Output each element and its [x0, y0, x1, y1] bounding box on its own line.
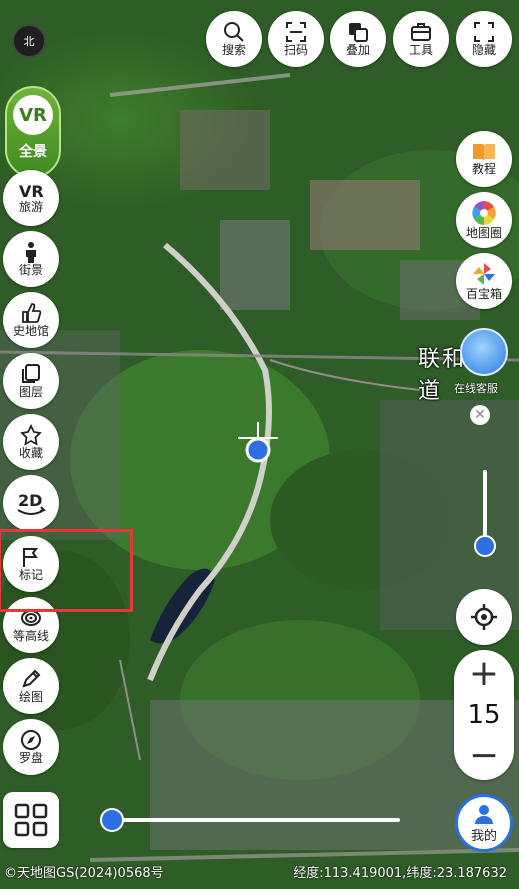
- vr-panorama-label: 全景: [19, 144, 47, 160]
- map-imagery: [0, 0, 519, 889]
- close-icon[interactable]: ✕: [470, 405, 490, 425]
- star-icon: [20, 424, 42, 446]
- grid-menu-button[interactable]: [3, 792, 59, 848]
- layers-label: 图层: [18, 385, 43, 399]
- map-place-label-left: 联和: [418, 347, 467, 372]
- tilt-slider-track[interactable]: [483, 470, 487, 540]
- treasure-box-button[interactable]: 百宝箱: [456, 253, 512, 309]
- vr-travel-icon: VR: [19, 182, 43, 200]
- layers-icon: [22, 364, 40, 383]
- customer-service-avatar[interactable]: [460, 328, 508, 376]
- user-icon: [475, 804, 493, 824]
- hide-icon: [474, 22, 494, 42]
- copyright-text: ©天地图GS(2024)0568号: [4, 866, 164, 881]
- contour-label: 等高线: [12, 629, 49, 643]
- scan-icon: [286, 22, 306, 42]
- compass-icon[interactable]: 北: [12, 24, 46, 58]
- zoom-control: + 15 −: [454, 650, 514, 780]
- search-label: 搜索: [221, 43, 246, 57]
- coordinates-readout: 经度:113.419001,纬度:23.187632: [293, 866, 507, 881]
- search-icon: [224, 22, 244, 42]
- overlay-button[interactable]: 叠加: [330, 11, 386, 67]
- treasure-box-label: 百宝箱: [465, 287, 502, 301]
- favorites-button[interactable]: 收藏: [3, 414, 59, 470]
- thumbs-up-icon: [22, 303, 42, 323]
- person-icon: [26, 242, 36, 263]
- view-2d-toggle[interactable]: 2D: [3, 475, 59, 531]
- vr-panorama-button[interactable]: VR 全景: [5, 86, 61, 178]
- tilt-slider-thumb[interactable]: [474, 535, 496, 557]
- vr-badge-icon: VR: [13, 95, 53, 135]
- hide-label: 隐藏: [471, 43, 496, 57]
- zoom-out-button[interactable]: −: [469, 738, 499, 774]
- my-profile-label: 我的: [470, 828, 497, 844]
- street-view-label: 街景: [18, 263, 43, 277]
- tutorial-button[interactable]: 教程: [456, 131, 512, 187]
- zoom-in-button[interactable]: +: [469, 656, 499, 692]
- svg-text:VR: VR: [19, 182, 43, 200]
- layers-overlay-icon: [349, 23, 368, 42]
- locate-button[interactable]: [456, 589, 512, 645]
- tools-button[interactable]: 工具: [393, 11, 449, 67]
- book-icon: [473, 144, 495, 161]
- grid-icon: [14, 803, 48, 837]
- tools-label: 工具: [408, 43, 433, 57]
- favorites-label: 收藏: [18, 446, 43, 460]
- my-profile-button[interactable]: 我的: [455, 794, 513, 852]
- rotate-2d-icon: 2D: [17, 491, 46, 515]
- pinwheel-icon: [473, 263, 495, 285]
- history-museum-button[interactable]: 史地馆: [3, 292, 59, 348]
- locate-crosshair-icon: [471, 604, 497, 630]
- street-view-button[interactable]: 街景: [3, 231, 59, 287]
- travel-button[interactable]: VR 旅游: [3, 170, 59, 226]
- layers-button[interactable]: 图层: [3, 353, 59, 409]
- travel-label: 旅游: [18, 200, 43, 214]
- timeline-slider-thumb[interactable]: [100, 808, 124, 832]
- customer-service-label[interactable]: 在线客服: [454, 380, 498, 396]
- map-circle-label: 地图圈: [465, 226, 502, 240]
- compass-needle-icon: [21, 730, 41, 750]
- map-circle-button[interactable]: 地图圈: [456, 192, 512, 248]
- draw-label: 绘图: [18, 690, 43, 704]
- compass-north-label: 北: [23, 35, 35, 48]
- timeline-slider-track[interactable]: [110, 818, 400, 822]
- history-museum-label: 史地馆: [12, 324, 49, 338]
- draw-button[interactable]: 绘图: [3, 658, 59, 714]
- pencil-icon: [22, 669, 41, 688]
- satellite-map[interactable]: [0, 0, 519, 889]
- view-2d-label: 2D: [18, 491, 42, 510]
- zoom-level: 15: [467, 700, 501, 730]
- overlay-label: 叠加: [345, 43, 370, 57]
- aperture-icon: [472, 201, 496, 225]
- scan-button[interactable]: 扫码: [268, 11, 324, 67]
- tutorial-label: 教程: [471, 162, 496, 176]
- map-place-label-right: 道: [418, 379, 443, 404]
- search-button[interactable]: 搜索: [206, 11, 262, 67]
- hide-button[interactable]: 隐藏: [456, 11, 512, 67]
- compass-tool-button[interactable]: 罗盘: [3, 719, 59, 775]
- toolbox-icon: [411, 23, 431, 41]
- compass-tool-label: 罗盘: [18, 751, 43, 765]
- scan-label: 扫码: [283, 43, 308, 57]
- selection-highlight-box: [0, 529, 133, 612]
